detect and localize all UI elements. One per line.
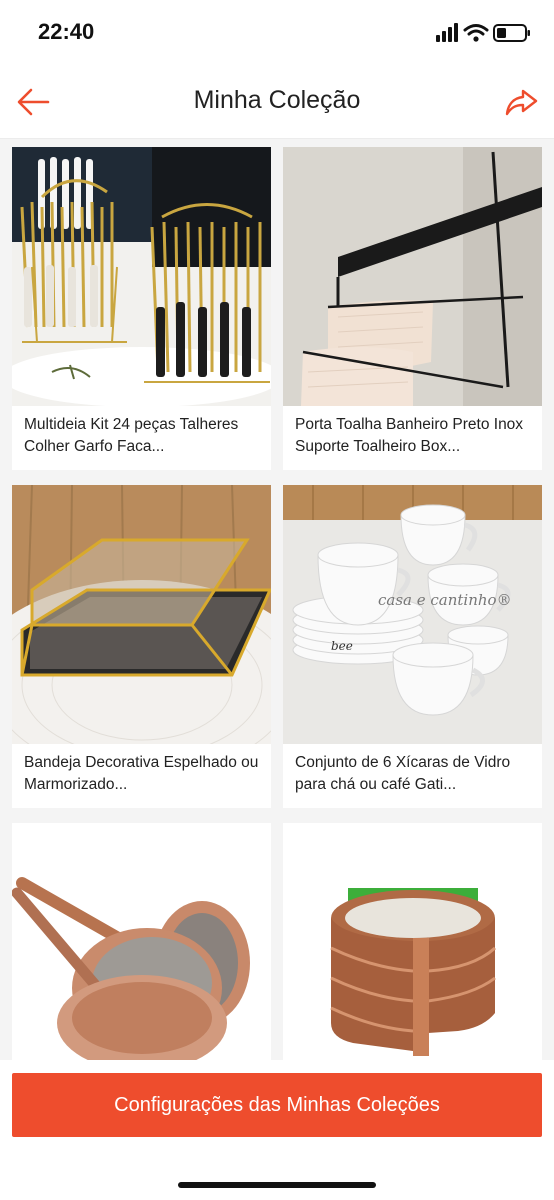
nav-bar: Minha Coleção bbox=[0, 66, 554, 139]
tea-cups-image: casa e cantinho® bee bbox=[283, 485, 542, 744]
product-title: Multideia Kit 24 peças Talheres Colher G… bbox=[24, 416, 239, 455]
product-title: Bandeja Decorativa Espelhado ou Marmoriz… bbox=[24, 754, 259, 793]
product-card[interactable]: Bandeja Decorativa Espelhado ou Marmoriz… bbox=[12, 485, 271, 808]
collection-settings-button[interactable]: Configurações das Minhas Coleções bbox=[12, 1073, 542, 1137]
frying-pans-image bbox=[12, 823, 271, 1063]
product-card[interactable]: casa e cantinho® bee Conjunto de 6 Xícar… bbox=[283, 485, 542, 808]
image-watermark: casa e cantinho® bbox=[378, 591, 512, 609]
cup-text: bee bbox=[331, 639, 353, 653]
product-card[interactable]: Porta Toalha Banheiro Preto Inox Suporte… bbox=[283, 147, 542, 470]
towel-rack-image bbox=[283, 147, 542, 406]
product-card[interactable] bbox=[283, 823, 542, 1063]
wood-edge-tape-image bbox=[283, 823, 542, 1063]
status-time: 22:40 bbox=[38, 19, 95, 44]
page-title: Minha Coleção bbox=[193, 86, 361, 114]
cutlery-set-image bbox=[12, 147, 271, 406]
product-title: Porta Toalha Banheiro Preto Inox Suporte… bbox=[295, 416, 524, 455]
product-card[interactable] bbox=[12, 823, 271, 1063]
battery-icon bbox=[493, 24, 530, 42]
product-title: Conjunto de 6 Xícaras de Vidro para chá … bbox=[295, 754, 511, 793]
wifi-icon bbox=[463, 24, 489, 42]
bottom-bar: Configurações das Minhas Coleções bbox=[0, 1060, 554, 1200]
product-card[interactable]: Multideia Kit 24 peças Talheres Colher G… bbox=[12, 147, 271, 470]
share-icon[interactable] bbox=[502, 84, 542, 120]
home-indicator bbox=[178, 1182, 376, 1188]
status-icons bbox=[436, 23, 530, 42]
signal-icon bbox=[436, 23, 458, 42]
status-bar: 22:40 bbox=[0, 0, 554, 66]
mirror-tray-image bbox=[12, 485, 271, 744]
